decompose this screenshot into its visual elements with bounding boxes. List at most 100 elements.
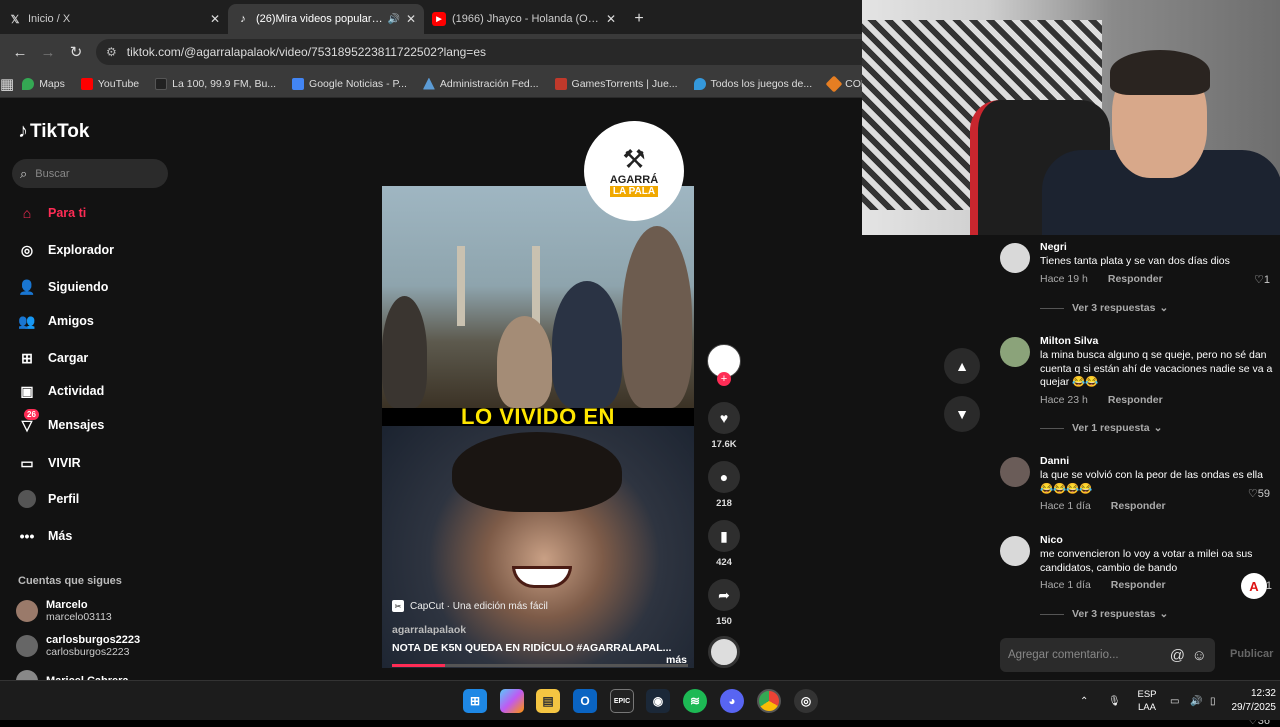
sidebar: ♪ TikTok ⌕ Buscar ⌂ Para ti ◎ Explorador… — [0, 98, 180, 692]
bookmark-youtube[interactable]: YouTube — [80, 77, 139, 90]
view-replies-button[interactable]: Ver 3 respuestas ⌄ — [1040, 302, 1168, 314]
speaker-icon[interactable]: 🔊 — [387, 14, 399, 25]
tiktok-logo[interactable]: ♪ TikTok — [18, 120, 89, 143]
divider — [1040, 427, 1064, 429]
next-video-button[interactable]: ▼ — [944, 396, 980, 432]
copilot-icon[interactable] — [500, 689, 524, 713]
tab-youtube[interactable]: ▶ (1966) Jhayco - Holanda (Offici... ✕ — [424, 4, 624, 34]
bookmark-la100[interactable]: La 100, 99.9 FM, Bu... — [155, 77, 276, 90]
music-disc-icon[interactable] — [708, 636, 740, 668]
follow-plus-icon[interactable]: + — [717, 372, 731, 386]
avatar[interactable] — [1000, 536, 1030, 566]
tab-x[interactable]: 𝕏 Inicio / X ✕ — [0, 4, 228, 34]
bookmark-maps[interactable]: Maps — [22, 77, 65, 90]
epic-games-icon[interactable]: EPIC — [610, 689, 634, 713]
following-account[interactable]: carlosburgos2223 carlosburgos2223 — [16, 634, 140, 658]
mention-icon[interactable]: @ — [1170, 647, 1185, 664]
bookmark-google-news[interactable]: Google Noticias - P... — [292, 77, 407, 90]
network-icon[interactable]: ▭ — [1170, 681, 1179, 721]
search-input[interactable]: ⌕ Buscar — [12, 159, 168, 188]
sidebar-item-mensajes[interactable]: ▽ 26 Mensajes — [18, 409, 104, 434]
avatar[interactable] — [1000, 457, 1030, 487]
avatar[interactable] — [1000, 243, 1030, 273]
bookmark-afip[interactable]: Administración Fed... — [422, 77, 539, 90]
sidebar-item-para-ti[interactable]: ⌂ Para ti — [18, 204, 86, 222]
volume-icon[interactable]: 🔊 — [1190, 681, 1202, 721]
sidebar-item-perfil[interactable]: Perfil — [18, 490, 79, 508]
tray-chevron-icon[interactable]: ⌃ — [1080, 681, 1088, 721]
capcut-label[interactable]: ✂ CapCut · Una edición más fácil — [392, 600, 548, 612]
language-indicator[interactable]: ESP LAA — [1135, 688, 1159, 714]
prev-video-button[interactable]: ▲ — [944, 348, 980, 384]
messages-icon: ▽ 26 — [18, 409, 39, 434]
outlook-icon[interactable]: O — [573, 689, 597, 713]
sidebar-item-actividad[interactable]: ▣ Actividad — [18, 382, 104, 400]
reload-icon[interactable]: ↻ — [62, 43, 90, 61]
maps-icon — [22, 77, 35, 90]
comment-author[interactable]: Danni — [1040, 455, 1276, 467]
battery-icon[interactable]: ▯ — [1210, 681, 1216, 721]
bookmarks-bar: ▦ Maps YouTube La 100, 99.9 FM, Bu... Go… — [0, 70, 862, 98]
obs-icon[interactable]: ◎ — [794, 689, 818, 713]
comment-icon: ● — [708, 461, 740, 493]
video-progress-bar[interactable] — [392, 664, 688, 667]
friends-icon: 👥 — [18, 312, 36, 329]
bookmark-com[interactable]: COM — [825, 75, 862, 92]
apps-grid-icon[interactable]: ▦ — [0, 75, 14, 93]
emoji-icon[interactable]: ☺ — [1192, 647, 1207, 664]
bookmark-juegos[interactable]: Todos los juegos de... — [693, 77, 812, 90]
forward-icon[interactable]: → — [34, 44, 62, 61]
sidebar-item-explorador[interactable]: ◎ Explorador — [18, 241, 114, 259]
avatar — [16, 600, 38, 622]
microphone-icon[interactable]: 🎙 — [1108, 681, 1121, 721]
save-button[interactable]: ▮ 424 — [707, 520, 741, 568]
view-replies-button[interactable]: Ver 1 respuesta ⌄ — [1040, 422, 1162, 434]
comment-like[interactable]: ♡1 — [1254, 273, 1270, 286]
sidebar-item-amigos[interactable]: 👥 Amigos — [18, 312, 94, 330]
close-icon[interactable]: ✕ — [606, 12, 616, 26]
discord-icon[interactable]: ◕ — [720, 689, 744, 713]
reply-button[interactable]: Responder — [1108, 273, 1163, 285]
comment-author[interactable]: Nico — [1040, 534, 1276, 546]
sidebar-item-cargar[interactable]: ⊞ Cargar — [18, 349, 88, 367]
share-button[interactable]: ➦ 150 — [707, 579, 741, 627]
url-bar[interactable]: ⚙ tiktok.com/@agarralapalaok/video/75318… — [96, 39, 862, 65]
reply-button[interactable]: Responder — [1111, 500, 1166, 512]
more-icon: ••• — [19, 528, 35, 544]
video-player[interactable]: LO VIVIDO EN ✂ CapCut · Una edición más … — [382, 186, 694, 668]
reply-button[interactable]: Responder — [1108, 394, 1163, 406]
like-button[interactable]: ♥ 17.6K — [707, 402, 741, 450]
comment-input[interactable]: Agregar comentario... @ ☺ — [1000, 638, 1215, 672]
avatar[interactable] — [1000, 337, 1030, 367]
spotify-icon[interactable]: ≋ — [683, 689, 707, 713]
back-icon[interactable]: ← — [6, 44, 34, 61]
video-author[interactable]: agarralapalaok — [392, 624, 466, 636]
system-clock[interactable]: 12:32 29/7/2025 — [1230, 687, 1277, 715]
sidebar-item-vivir[interactable]: ▭ VIVIR — [18, 454, 80, 472]
windows-start-icon[interactable]: ⊞ — [463, 689, 487, 713]
sidebar-item-mas[interactable]: ••• Más — [18, 527, 73, 545]
pdf-app-icon[interactable]: A — [1241, 573, 1267, 599]
divider — [1040, 613, 1064, 615]
bookmark-gamestorrents[interactable]: GamesTorrents | Jue... — [554, 77, 678, 90]
comment-button[interactable]: ● 218 — [707, 461, 741, 509]
reply-button[interactable]: Responder — [1111, 579, 1166, 591]
file-explorer-icon[interactable]: ▤ — [536, 689, 560, 713]
radio-icon — [155, 77, 168, 90]
video-progress-fill — [392, 664, 446, 667]
close-icon[interactable]: ✕ — [406, 12, 416, 26]
close-icon[interactable]: ✕ — [210, 12, 220, 26]
sidebar-item-siguiendo[interactable]: 👤 Siguiendo — [18, 278, 108, 296]
heart-icon: ♡ — [1254, 274, 1264, 286]
comment-author[interactable]: Milton Silva — [1040, 335, 1276, 347]
chrome-icon[interactable] — [757, 689, 781, 713]
following-account[interactable]: Marcelo marcelo03113 — [16, 599, 112, 623]
comment-author[interactable]: Negri — [1040, 241, 1276, 253]
comment-input-placeholder: Agregar comentario... — [1008, 649, 1119, 661]
site-settings-icon[interactable]: ⚙ — [106, 45, 117, 59]
publish-button[interactable]: Publicar — [1230, 648, 1273, 660]
view-replies-button[interactable]: Ver 3 respuestas ⌄ — [1040, 608, 1168, 620]
steam-icon[interactable]: ◉ — [646, 689, 670, 713]
new-tab-button[interactable]: + — [624, 4, 654, 34]
tab-tiktok[interactable]: ♪ (26)Mira videos populares de 🔊 ✕ — [228, 4, 424, 34]
